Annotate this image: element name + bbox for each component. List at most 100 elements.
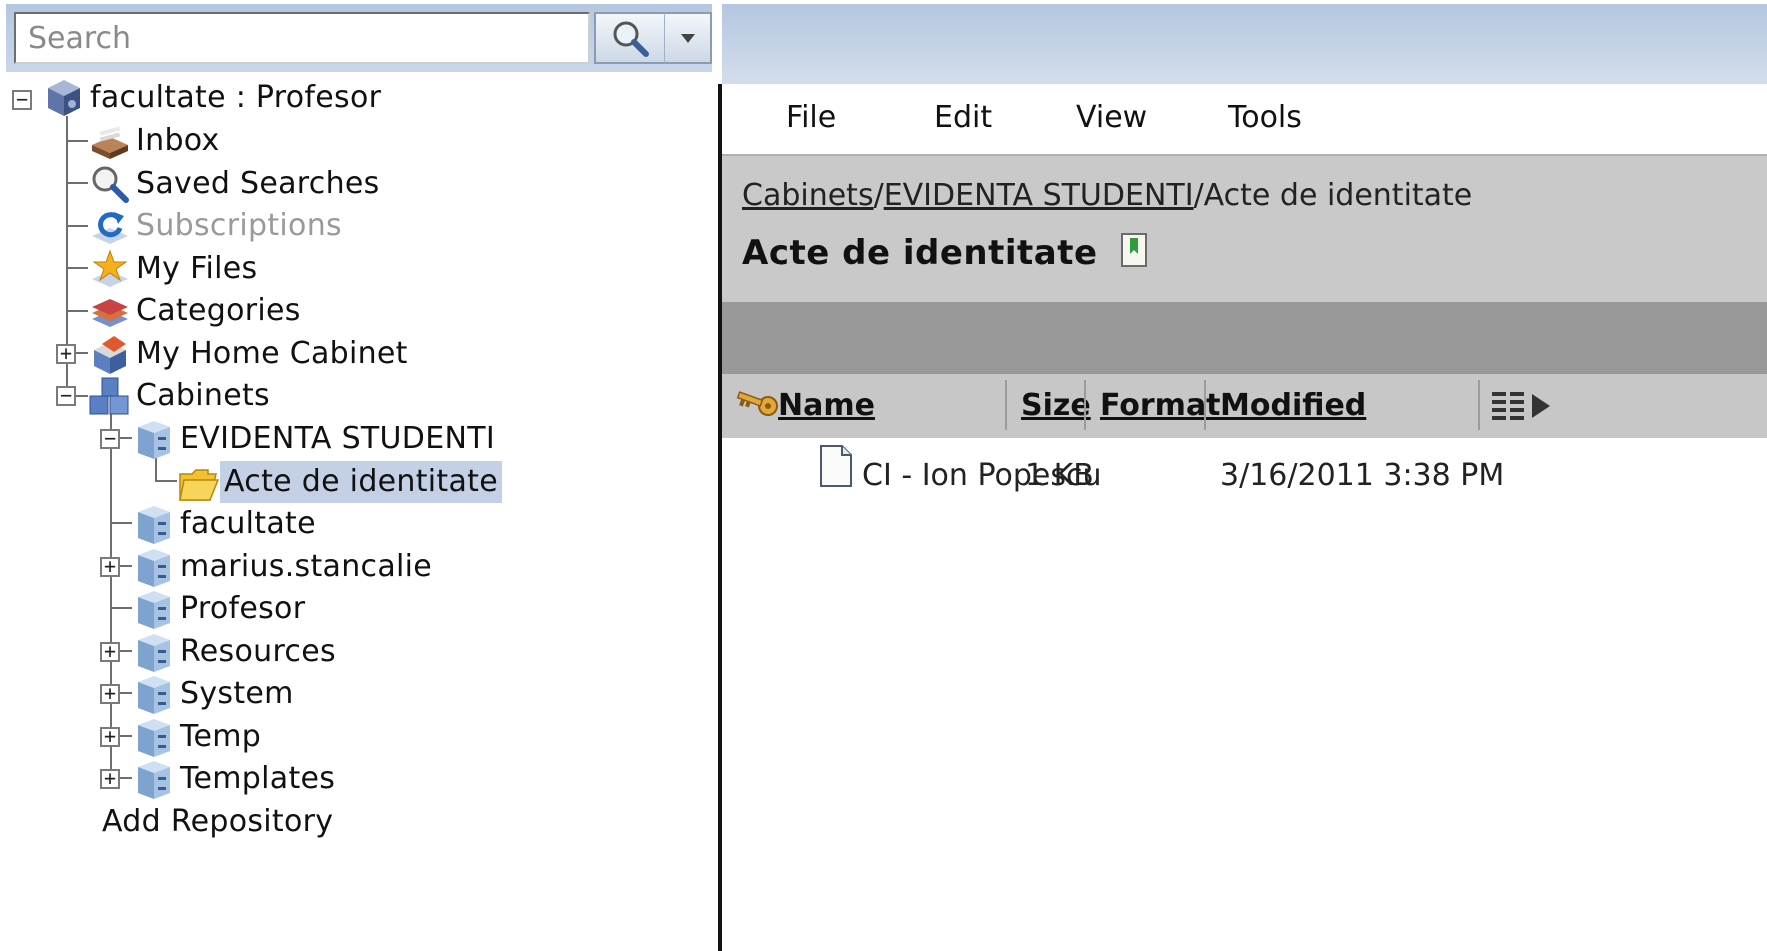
breadcrumb-separator: /: [873, 178, 884, 213]
tree-label: marius.stancalie: [180, 549, 433, 584]
tree-item-my-home-cabinet[interactable]: My Home Cabinet: [88, 330, 412, 378]
tree-cabinet-system[interactable]: System: [132, 670, 298, 718]
cabinet-icon: [138, 634, 170, 672]
tree-cabinet-facultate[interactable]: facultate: [132, 500, 320, 548]
chevron-down-icon: [680, 34, 695, 43]
tree-label: Categories: [136, 293, 301, 328]
cabinet-icon: [138, 761, 170, 799]
expand-templates-toggle[interactable]: +: [100, 768, 120, 789]
navigation-pane: − facultate : Profesor Inbox: [0, 0, 718, 951]
tree-label: EVIDENTA STUDENTI: [180, 421, 495, 456]
tree-item-cabinets[interactable]: Cabinets: [88, 372, 274, 420]
repository-icon: [48, 80, 80, 116]
expand-marius-toggle[interactable]: +: [100, 556, 120, 577]
column-header-name[interactable]: Name: [778, 388, 875, 423]
expand-system-toggle[interactable]: +: [100, 683, 120, 704]
column-header-modified[interactable]: Modified: [1220, 388, 1366, 423]
page-title: Acte de identitate: [742, 232, 1148, 273]
menu-tools[interactable]: Tools: [1228, 100, 1302, 135]
tree-label: Resources: [180, 634, 336, 669]
inbox-icon: [92, 126, 128, 159]
tree-label: Saved Searches: [136, 166, 380, 201]
menu-file[interactable]: File: [786, 100, 836, 135]
magnifier-icon: [613, 21, 649, 57]
tree-label: Templates: [180, 761, 336, 796]
tree-cabinet-temp[interactable]: Temp: [132, 713, 265, 761]
column-chooser-icon[interactable]: [1490, 388, 1554, 424]
categories-icon: [92, 299, 128, 327]
tree-cabinet-marius-stancalie[interactable]: marius.stancalie: [132, 543, 436, 591]
folder-title-text: Acte de identitate: [742, 233, 1098, 273]
column-header-size[interactable]: Size: [1021, 388, 1091, 423]
repository-tree: − facultate : Profesor Inbox Saved Searc…: [0, 80, 718, 951]
cabinet-icon: [138, 506, 170, 544]
expand-resources-toggle[interactable]: +: [100, 641, 120, 662]
menu-edit[interactable]: Edit: [934, 100, 992, 135]
toolbar: [722, 302, 1767, 374]
tree-cabinet-templates[interactable]: Templates: [132, 755, 339, 803]
file-list: CI - Ion Popescu 1 KB 3/16/2011 3:38 PM: [722, 438, 1767, 951]
tree-cabinet-evidenta-studenti[interactable]: EVIDENTA STUDENTI: [132, 415, 499, 463]
menu-bar: File Edit View Tools: [722, 84, 1767, 154]
cabinets-icon: [89, 377, 129, 415]
tree-label: System: [180, 676, 294, 711]
column-divider[interactable]: [1204, 380, 1206, 430]
bookmark-icon[interactable]: [1120, 232, 1148, 268]
tree-label: Profesor: [180, 591, 306, 626]
file-size: 1 KB: [1025, 458, 1094, 493]
column-divider[interactable]: [1005, 380, 1007, 430]
menu-view[interactable]: View: [1076, 100, 1147, 135]
tree-label: facultate: [180, 506, 316, 541]
add-repository-label: Add Repository: [102, 804, 334, 839]
breadcrumb-current: Acte de identitate: [1203, 178, 1473, 213]
tree-label: My Files: [136, 251, 258, 286]
top-banner: [722, 4, 1767, 84]
search-input[interactable]: [14, 12, 590, 64]
cabinet-icon: [138, 591, 170, 629]
tree-cabinet-profesor[interactable]: Profesor: [132, 585, 309, 633]
tree-label: Inbox: [136, 123, 220, 158]
refresh-icon: [92, 212, 128, 244]
tree-label: facultate : Profesor: [90, 80, 382, 115]
expand-my-home-cabinet-toggle[interactable]: +: [56, 343, 76, 364]
add-repository-link[interactable]: Add Repository: [98, 798, 337, 846]
document-icon: [820, 445, 852, 487]
tree-item-subscriptions[interactable]: Subscriptions: [88, 202, 346, 250]
tree-item-my-files[interactable]: My Files: [88, 245, 261, 293]
folder-icon: [179, 469, 220, 501]
file-row[interactable]: CI - Ion Popescu 1 KB 3/16/2011 3:38 PM: [722, 438, 1767, 522]
collapse-evidenta-toggle[interactable]: −: [100, 428, 120, 449]
tree-root-facultate[interactable]: facultate : Profesor: [42, 74, 385, 122]
search-options-dropdown[interactable]: [664, 12, 712, 64]
tree-item-saved-searches[interactable]: Saved Searches: [88, 160, 384, 208]
tree-label: Cabinets: [136, 378, 270, 413]
breadcrumb: Cabinets/EVIDENTA STUDENTI/Acte de ident…: [742, 178, 1472, 213]
file-modified: 3/16/2011 3:38 PM: [1220, 458, 1505, 493]
cabinet-icon: [138, 719, 170, 757]
key-icon[interactable]: [734, 384, 782, 424]
column-divider[interactable]: [1478, 380, 1480, 430]
tree-item-categories[interactable]: Categories: [88, 287, 305, 335]
tree-label: Temp: [180, 719, 262, 754]
content-pane: File Edit View Tools Cabinets/EVIDENTA S…: [722, 0, 1767, 951]
column-header-format[interactable]: Format: [1100, 388, 1221, 423]
breadcrumb-evidenta-link[interactable]: EVIDENTA STUDENTI: [884, 178, 1194, 213]
cabinet-icon: [138, 676, 170, 714]
tree-folder-acte-de-identitate[interactable]: Acte de identitate: [176, 458, 502, 506]
column-divider[interactable]: [1084, 380, 1086, 430]
expand-temp-toggle[interactable]: +: [100, 726, 120, 747]
column-header: Name Size Format Modified: [722, 374, 1767, 438]
breadcrumb-cabinets-link[interactable]: Cabinets: [742, 178, 874, 213]
collapse-cabinets-toggle[interactable]: −: [56, 385, 76, 406]
collapse-root-toggle[interactable]: −: [12, 89, 32, 110]
search-button[interactable]: [594, 12, 666, 64]
breadcrumb-separator: /: [1193, 178, 1204, 213]
home-cabinet-icon: [94, 336, 126, 374]
tree-item-inbox[interactable]: Inbox: [88, 117, 224, 165]
tree-label: Subscriptions: [136, 208, 342, 243]
cabinet-icon: [138, 421, 170, 459]
tree-cabinet-resources[interactable]: Resources: [132, 628, 340, 676]
star-icon: [92, 249, 128, 287]
search-bar: [6, 4, 712, 72]
magnifier-icon: [92, 166, 129, 203]
